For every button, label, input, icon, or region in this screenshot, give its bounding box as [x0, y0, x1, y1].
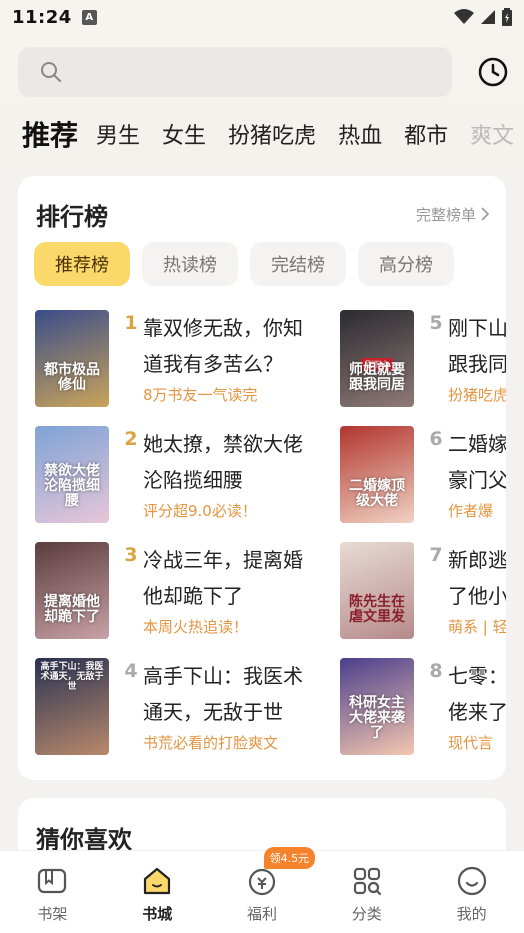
book-tag: 萌系 | 轻: [448, 618, 506, 636]
clock-icon: [478, 57, 508, 87]
rank-number: 7: [429, 544, 443, 566]
ranking-header: 排行榜 完整榜单: [36, 198, 490, 231]
cover-title: 高手下山：我医术通天，无敌于世: [40, 662, 104, 692]
cover-title: 陈先生在虐文里发: [349, 594, 405, 625]
book-tag: 扮猪吃虎: [448, 386, 506, 404]
tab-recommend-list[interactable]: 推荐榜: [34, 242, 130, 286]
chevron-right-icon: [481, 207, 490, 221]
nav-label: 书城: [142, 905, 173, 923]
ranking-card: 排行榜 完整榜单 推荐榜 热读榜 完结榜 高分榜 都市极品修仙 1 靠双修无敌，…: [18, 176, 506, 780]
book-title: 新郎逃婚，我嫁给了他小叔顶上: [448, 548, 506, 608]
rank-number: 3: [124, 544, 138, 566]
book-tag: 本周火热追读！: [143, 618, 249, 636]
status-bar: 11:24 A: [0, 0, 524, 34]
full-ranking-label: 完整榜单: [415, 205, 476, 224]
nav-bookshelf[interactable]: 书架: [0, 851, 105, 933]
book-item[interactable]: 禁欲大佬沦陷揽细腰 2 她太撩，禁欲大佬沦陷揽细腰 评分超9.0必读！: [35, 426, 313, 526]
cover-title: 科研女主大佬来袭了: [349, 695, 405, 741]
profile-icon: [456, 865, 488, 897]
nav-welfare[interactable]: 领4.5元 福利: [210, 847, 316, 933]
nav-profile[interactable]: 我的: [419, 851, 524, 933]
book-item[interactable]: 陈先生在虐文里发 7 新郎逃婚，我嫁给了他小叔顶上 萌系 | 轻: [340, 542, 506, 642]
tab-female[interactable]: 女生: [162, 118, 206, 150]
welfare-icon: [246, 865, 278, 897]
ranking-title: 排行榜: [36, 202, 108, 231]
tab-underdog[interactable]: 扮猪吃虎: [228, 118, 316, 150]
tab-cool[interactable]: 爽文: [470, 118, 514, 150]
status-icons: [454, 8, 512, 26]
book-cover: 提离婚他却跪下了: [35, 542, 109, 639]
book-tag: 作者爆: [448, 502, 494, 520]
book-title: 靠双修无敌，你知道我有多苦么？: [143, 316, 303, 376]
tab-male[interactable]: 男生: [96, 118, 140, 150]
wifi-icon: [454, 9, 474, 24]
book-title: 高手下山：我医术通天，无敌于世: [143, 664, 303, 724]
search-input[interactable]: [18, 47, 452, 97]
search-icon: [41, 62, 61, 82]
book-cover: 科研女主大佬来袭了: [340, 658, 414, 755]
book-item[interactable]: 二婚嫁顶级大佬 6 二婚嫁顶级大佬，豪门父母 作者爆: [340, 426, 506, 526]
bottom-nav: 书架 书城 领4.5元 福利 分类 我的: [0, 847, 524, 933]
book-cover: 刚下山 师姐就要跟我同居: [340, 310, 414, 407]
history-button[interactable]: [476, 55, 510, 89]
book-title: 刚下山，师姐就要跟我同居: [448, 316, 506, 376]
book-cover: 陈先生在虐文里发: [340, 542, 414, 639]
rank-number: 2: [124, 428, 138, 450]
book-title: 她太撩，禁欲大佬沦陷揽细腰: [143, 432, 303, 492]
bookstore-icon: [141, 865, 173, 897]
notification-a-icon: A: [81, 9, 97, 25]
cover-title: 提离婚他却跪下了: [44, 594, 100, 625]
book-title: 冷战三年，提离婚他却跪下了: [143, 548, 303, 608]
rank-number: 8: [429, 660, 443, 682]
book-item[interactable]: 刚下山 师姐就要跟我同居 5 刚下山，师姐就要跟我同居 扮猪吃虎: [340, 310, 506, 410]
book-item[interactable]: 提离婚他却跪下了 3 冷战三年，提离婚他却跪下了 本周火热追读！: [35, 542, 313, 642]
full-ranking-link[interactable]: 完整榜单: [416, 204, 490, 225]
book-title: 二婚嫁顶级大佬，豪门父母: [448, 432, 506, 492]
book-title: 七零：科研女主大佬来了，冷面大: [448, 664, 506, 724]
status-time: 11:24: [12, 6, 72, 28]
bookshelf-icon: [36, 865, 68, 897]
search-row: [18, 46, 510, 98]
ranking-tabs: 推荐榜 热读榜 完结榜 高分榜: [34, 242, 454, 286]
rank-number: 4: [124, 660, 138, 682]
cover-title: 师姐就要跟我同居: [349, 362, 405, 393]
book-item[interactable]: 科研女主大佬来袭了 8 七零：科研女主大佬来了，冷面大 现代言: [340, 658, 506, 758]
book-cover: 都市极品修仙: [35, 310, 109, 407]
nav-bookstore[interactable]: 书城: [105, 851, 210, 933]
book-cover: 禁欲大佬沦陷揽细腰: [35, 426, 109, 523]
book-tag: 现代言: [448, 734, 494, 752]
tab-hot-reading[interactable]: 热读榜: [142, 242, 238, 286]
book-item[interactable]: 高手下山：我医术通天，无敌于世 4 高手下山：我医术通天，无敌于世 书荒必看的打…: [35, 658, 313, 758]
tab-completed[interactable]: 完结榜: [250, 242, 346, 286]
book-tag: 8万书友一气读完: [143, 386, 258, 404]
book-item[interactable]: 都市极品修仙 1 靠双修无敌，你知道我有多苦么？ 8万书友一气读完: [35, 310, 313, 410]
rank-number: 6: [429, 428, 443, 450]
welfare-badge: 领4.5元: [263, 847, 316, 869]
tab-recommend[interactable]: 推荐: [22, 114, 78, 154]
tab-high-score[interactable]: 高分榜: [358, 242, 454, 286]
category-icon: [351, 865, 383, 897]
nav-label: 书架: [37, 905, 68, 923]
nav-category[interactable]: 分类: [314, 851, 419, 933]
nav-label: 我的: [456, 905, 487, 923]
signal-icon: [481, 10, 495, 24]
book-tag: 书荒必看的打脸爽文: [143, 734, 279, 752]
tab-urban[interactable]: 都市: [404, 118, 448, 150]
nav-label: 福利: [246, 905, 277, 923]
tab-passion[interactable]: 热血: [338, 118, 382, 150]
rank-number: 1: [124, 312, 138, 334]
category-tabs: 推荐 男生 女生 扮猪吃虎 热血 都市 爽文: [22, 112, 524, 156]
book-tag: 评分超9.0必读！: [143, 502, 257, 520]
cover-title: 禁欲大佬沦陷揽细腰: [44, 463, 100, 509]
book-cover: 二婚嫁顶级大佬: [340, 426, 414, 523]
cover-title: 都市极品修仙: [44, 362, 100, 393]
rank-number: 5: [429, 312, 443, 334]
nav-label: 分类: [351, 905, 382, 923]
cover-title: 二婚嫁顶级大佬: [349, 478, 405, 509]
battery-icon: [502, 8, 512, 26]
book-cover: 高手下山：我医术通天，无敌于世: [35, 658, 109, 755]
